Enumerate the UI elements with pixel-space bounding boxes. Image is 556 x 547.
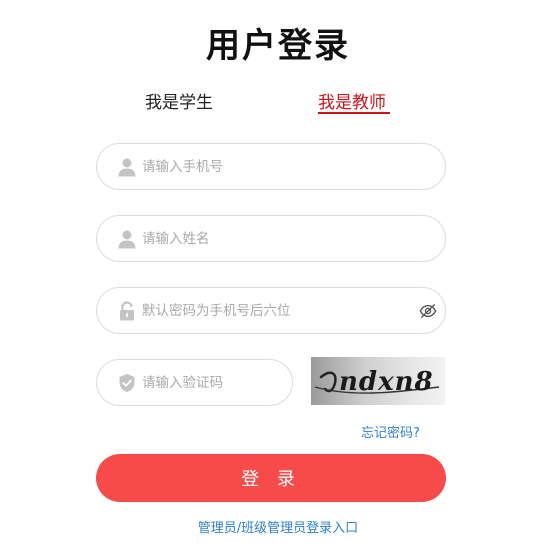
user-icon	[118, 158, 136, 177]
phone-input[interactable]	[142, 144, 432, 189]
user-icon	[118, 230, 136, 249]
captcha-text: ndxn8	[339, 367, 434, 397]
name-input[interactable]	[142, 216, 432, 261]
captcha-graphic: ndxn8	[314, 367, 440, 397]
phone-field[interactable]	[96, 143, 446, 190]
tab-student[interactable]: 我是学生	[145, 88, 213, 113]
eye-off-icon[interactable]	[419, 302, 437, 320]
password-input[interactable]	[142, 288, 407, 333]
admin-login-link[interactable]: 管理员/班级管理员登录入口	[0, 517, 556, 536]
captcha-image[interactable]: ndxn8	[311, 357, 445, 405]
name-field[interactable]	[96, 215, 446, 262]
forgot-password-link[interactable]: 忘记密码?	[361, 422, 420, 441]
password-field[interactable]	[96, 287, 446, 334]
tab-teacher[interactable]: 我是教师	[318, 88, 386, 113]
captcha-field[interactable]	[96, 359, 293, 406]
login-button[interactable]: 登 录	[96, 454, 446, 502]
lock-icon	[120, 301, 134, 321]
login-page: 用户登录 我是学生 我是教师 请输入手机号 请输入姓名 请输入验证码 ndxn8…	[0, 0, 556, 547]
shield-check-icon	[119, 374, 135, 392]
captcha-input[interactable]	[142, 360, 282, 405]
active-tab-indicator	[318, 112, 390, 114]
page-title: 用户登录	[206, 26, 350, 66]
